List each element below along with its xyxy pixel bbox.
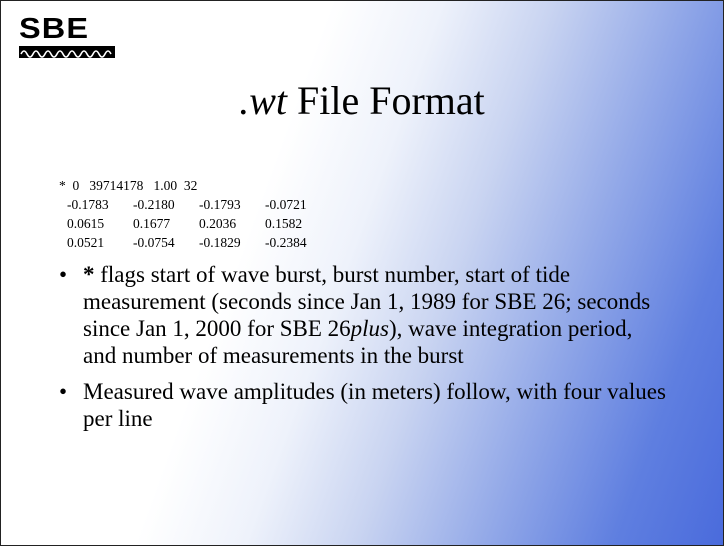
- data-cell: -0.0721: [265, 197, 307, 212]
- logo-text: SBE: [19, 13, 90, 45]
- title-rest: File Format: [287, 78, 485, 123]
- logo-waves-icon: [19, 46, 115, 58]
- star-flag: *: [83, 262, 95, 287]
- bullet-list: • * flags start of wave burst, burst num…: [59, 261, 669, 441]
- data-cell: 0.1677: [133, 216, 171, 231]
- data-cell: 0.2036: [199, 216, 237, 231]
- slide: SBE .wt File Format * 0 39714178 1.00 32…: [0, 0, 724, 546]
- data-row: 0.0615 0.1677 0.2036 0.1582: [59, 214, 331, 233]
- data-row: -0.1783 -0.2180 -0.1793 -0.0721: [59, 195, 331, 214]
- title-extension: .wt: [239, 78, 287, 123]
- data-row: 0.0521 -0.0754 -0.1829 -0.2384: [59, 233, 331, 252]
- data-header-line: * 0 39714178 1.00 32: [59, 178, 198, 193]
- bullet-item: • * flags start of wave burst, burst num…: [59, 261, 669, 369]
- sbe-logo: SBE: [19, 15, 119, 61]
- bullet-dot-icon: •: [59, 262, 68, 287]
- data-cell: -0.1829: [199, 235, 241, 250]
- data-cell: -0.1783: [67, 197, 109, 212]
- bullet-text: * flags start of wave burst, burst numbe…: [83, 262, 651, 368]
- data-cell: 0.0615: [67, 216, 105, 231]
- data-cell: 0.1582: [265, 216, 303, 231]
- page-title: .wt File Format: [1, 77, 723, 125]
- bullet-text: Measured wave amplitudes (in meters) fol…: [83, 379, 666, 431]
- bullet-item: • Measured wave amplitudes (in meters) f…: [59, 378, 669, 432]
- data-cell: 0.0521: [67, 235, 105, 250]
- bullet-dot-icon: •: [59, 379, 68, 404]
- data-cell: -0.2384: [265, 235, 307, 250]
- data-cell: -0.0754: [133, 235, 175, 250]
- data-sample: * 0 39714178 1.00 32 -0.1783 -0.2180 -0.…: [59, 176, 331, 252]
- data-cell: -0.1793: [199, 197, 241, 212]
- data-cell: -0.2180: [133, 197, 175, 212]
